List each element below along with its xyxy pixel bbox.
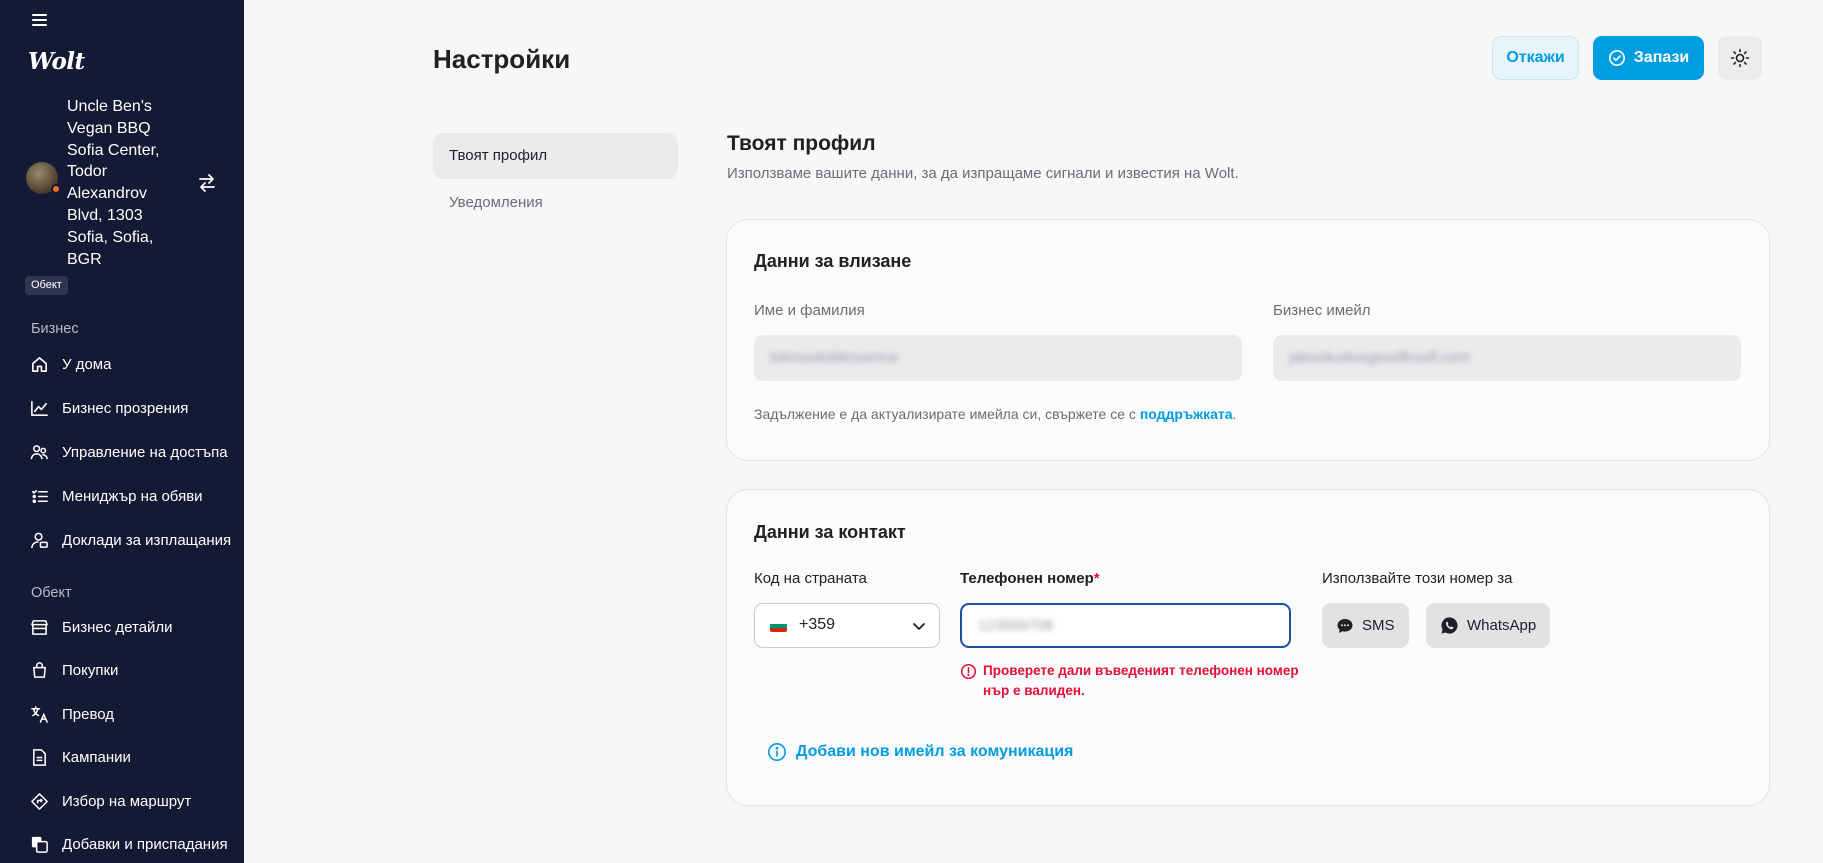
sidebar-item-label: Избор на маршрут: [62, 792, 192, 810]
sidebar-item-label: Добавки и приспадания: [62, 835, 228, 853]
route-icon: [31, 793, 48, 810]
cancel-button[interactable]: Откажи: [1492, 36, 1579, 80]
venue-badge: Обект: [25, 276, 68, 295]
phone-number-input[interactable]: 123569708: [960, 603, 1291, 648]
venue-name: Uncle Ben's Vegan BBQ Sofia Center, Todo…: [67, 98, 160, 268]
sidebar-item-label: Управление на достъпа: [62, 443, 228, 461]
save-button[interactable]: Запази: [1593, 36, 1704, 80]
sms-label: SMS: [1362, 617, 1395, 634]
sidebar-item-label: Превод: [62, 705, 115, 723]
sidebar-item-route[interactable]: Избор на маршрут: [0, 782, 244, 820]
bag-icon: [33, 662, 46, 678]
sidebar-item-addons[interactable]: Добавки и приспадания: [0, 825, 244, 863]
chart-line-icon: [31, 401, 48, 416]
card-title: Данни за контакт: [754, 522, 906, 542]
country-code-select[interactable]: +359: [754, 603, 940, 648]
copy-icon: [31, 836, 48, 853]
required-marker: *: [1093, 570, 1100, 587]
list-icon: [32, 489, 48, 504]
check-circle-icon: [1608, 49, 1625, 67]
chat-bubble-icon: [1337, 618, 1353, 633]
sms-toggle-button[interactable]: SMS: [1322, 603, 1409, 648]
translate-icon: [31, 706, 48, 723]
status-dot: [51, 184, 61, 194]
phone-label-text: Телефонен номер: [960, 570, 1094, 587]
email-field: jabookudoegesoftruoft.com: [1273, 335, 1741, 381]
phone-value: 123569708: [978, 617, 1054, 634]
phone-label: Телефонен номер*: [960, 570, 1100, 587]
country-code-label: Код на страната: [754, 570, 867, 587]
sidebar-item-label: Кампании: [62, 748, 131, 766]
save-button-label: Запази: [1633, 49, 1690, 66]
profile-title: Твоят профил: [727, 132, 876, 155]
sidebar-item-label: Покупки: [62, 661, 119, 679]
home-icon: [32, 357, 47, 372]
support-link[interactable]: поддръжката: [1140, 406, 1233, 422]
card-title: Данни за влизане: [754, 251, 912, 271]
whatsapp-label: WhatsApp: [1467, 617, 1537, 634]
sidebar-item-label: Мениджър на обяви: [62, 487, 203, 505]
tab-notifications[interactable]: Уведомления: [433, 180, 678, 226]
email-help-text: Задължение е да актуализирате имейла си,…: [754, 406, 1236, 422]
add-email-link[interactable]: Добави нов имейл за комуникация: [767, 742, 1073, 762]
page-title: Настройки: [433, 44, 571, 74]
use-number-label: Използвайте този номер за: [1322, 570, 1513, 587]
sidebar: Wolt Uncle Ben's Vegan BBQ Sofia Center,…: [0, 0, 244, 863]
name-value: lolmoodoblessence: [770, 349, 899, 366]
document-icon: [33, 749, 46, 766]
profile-subtitle: Използваме вашите данни, за да изпращаме…: [727, 165, 1239, 182]
wolt-logo[interactable]: Wolt: [28, 48, 85, 75]
person-money-icon: [31, 532, 48, 549]
sidebar-item-label: Бизнес прозрения: [62, 399, 189, 417]
sidebar-item-access[interactable]: Управление на достъпа: [0, 433, 244, 471]
store-icon: [31, 620, 48, 635]
country-code-value: +359: [799, 616, 836, 633]
sidebar-item-label: У дома: [62, 355, 112, 373]
section-label-venue: Обект: [31, 585, 72, 601]
sidebar-item-insights[interactable]: Бизнес прозрения: [0, 389, 244, 427]
sidebar-item-translation[interactable]: Превод: [0, 695, 244, 733]
users-icon: [30, 445, 48, 460]
name-label: Име и фамилия: [754, 302, 865, 319]
add-email-label: Добави нов имейл за комуникация: [796, 743, 1074, 760]
swap-icon[interactable]: [196, 172, 218, 194]
email-label: Бизнес имейл: [1273, 302, 1371, 319]
info-icon: [768, 743, 786, 761]
help-suffix: .: [1232, 406, 1237, 422]
sidebar-item-listings[interactable]: Мениджър на обяви: [0, 477, 244, 515]
menu-icon[interactable]: [30, 10, 52, 28]
bulgaria-flag-icon: [770, 620, 787, 632]
sidebar-item-label: Доклади за изплащания: [62, 531, 232, 549]
help-prefix: Задължение е да актуализирате имейла си,…: [754, 406, 1140, 422]
venue-switcher[interactable]: Uncle Ben's Vegan BBQ Sofia Center, Todo…: [24, 96, 234, 268]
section-label-business: Бизнес: [31, 321, 79, 337]
error-message: Проверете дали въведеният телефонен номе…: [983, 663, 1299, 698]
name-field: lolmoodoblessence: [754, 335, 1242, 381]
sidebar-item-campaigns[interactable]: Кампании: [0, 738, 244, 776]
sidebar-item-purchases[interactable]: Покупки: [0, 651, 244, 689]
chevron-down-icon: [913, 623, 925, 630]
theme-toggle-button[interactable]: [1718, 36, 1762, 80]
sidebar-item-payouts[interactable]: Доклади за изплащания: [0, 521, 244, 559]
sidebar-item-business-details[interactable]: Бизнес детайли: [0, 608, 244, 646]
sidebar-item-home[interactable]: У дома: [0, 345, 244, 383]
whatsapp-icon: [1441, 617, 1458, 634]
settings-subnav: Твоят профил Уведомления: [433, 133, 678, 227]
error-icon: [960, 663, 977, 680]
login-details-card: Данни за влизане Име и фамилия lolmoodob…: [726, 219, 1770, 461]
contact-details-card: Данни за контакт Код на страната +359 Те…: [726, 489, 1770, 806]
whatsapp-toggle-button[interactable]: WhatsApp: [1426, 603, 1551, 648]
sidebar-item-label: Бизнес детайли: [62, 618, 173, 636]
email-value: jabookudoegesoftruoft.com: [1289, 349, 1470, 366]
sun-icon: [1730, 48, 1750, 68]
tab-profile[interactable]: Твоят профил: [433, 133, 678, 179]
